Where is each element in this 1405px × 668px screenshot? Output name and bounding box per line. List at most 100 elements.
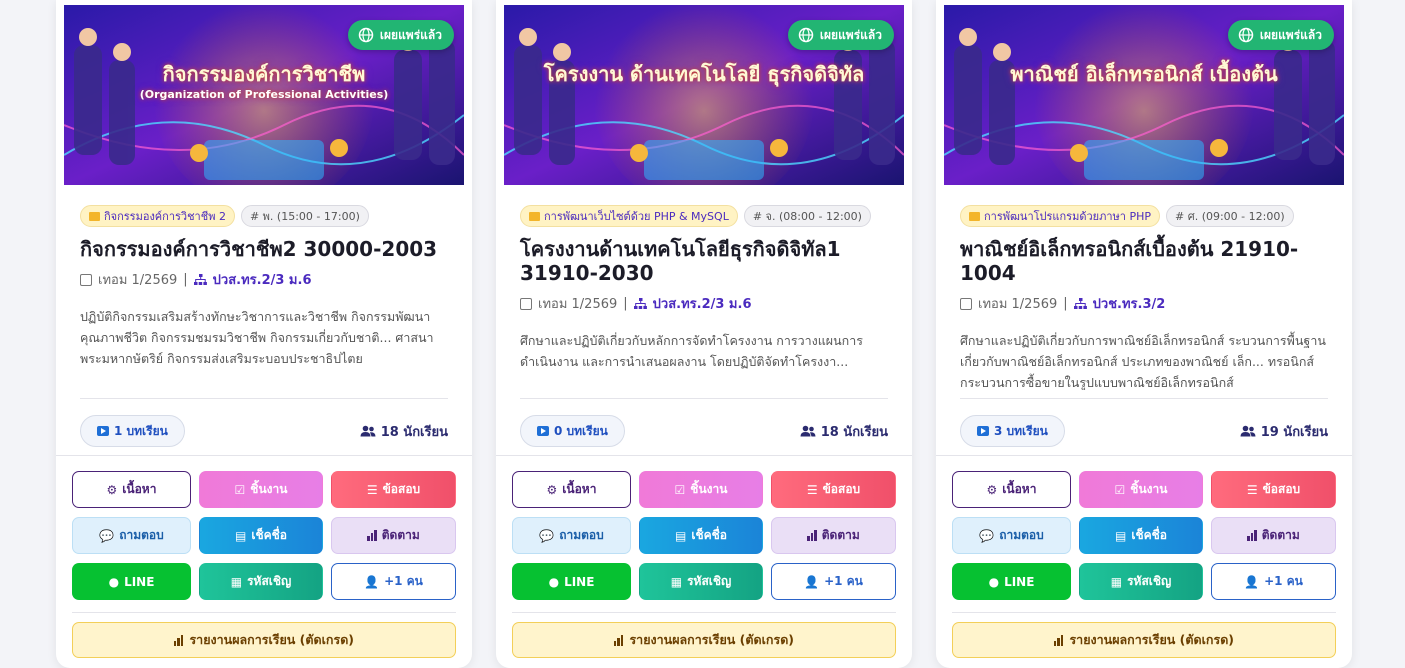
schedule-tag: # พ. (15:00 - 17:00): [240, 205, 369, 227]
globe-icon: [358, 27, 374, 43]
tracking-button[interactable]: ติดตาม: [1211, 517, 1336, 554]
lessons-count-button[interactable]: 3 บทเรียน: [960, 415, 1065, 447]
content-button[interactable]: ⚙ เนื้อหา: [72, 471, 191, 508]
subject-tag[interactable]: กิจกรรมองค์การวิชาชีพ 2: [80, 205, 235, 227]
invite-code-button[interactable]: ▦ รหัสเชิญ: [199, 563, 323, 600]
meta-separator: |: [183, 272, 188, 287]
lessons-count: 3 บทเรียน: [994, 423, 1048, 438]
course-info: กิจกรรมองค์การวิชาชีพ 2 # พ. (15:00 - 17…: [80, 205, 448, 366]
schedule-tag-label: # จ. (08:00 - 12:00): [752, 210, 862, 223]
published-badge: เผยแพร่แล้ว: [1227, 20, 1334, 50]
course-description: ศึกษาและปฏิบัติเกี่ยวกับการพาณิชย์อิเล็ก…: [960, 333, 1326, 390]
add-student-button-label: +1 คน: [384, 574, 423, 588]
chart-bar-icon: [1247, 530, 1257, 541]
qa-button-label: ถามตอบ: [999, 528, 1044, 542]
qa-button[interactable]: 💬 ถามตอบ: [72, 517, 191, 554]
add-student-button-label: +1 คน: [824, 574, 863, 588]
students-count-label: 19 นักเรียน: [1260, 424, 1328, 440]
course-banner[interactable]: กิจกรรมองค์การวิชาชีพ (Organization of P…: [64, 5, 464, 185]
attendance-button[interactable]: ▤ เช็คชื่อ: [199, 517, 323, 554]
line-button[interactable]: ● LINE: [952, 563, 1071, 600]
course-level: ปวช.ทร.3/2: [1092, 297, 1166, 312]
course-description: ศึกษาและปฏิบัติเกี่ยวกับหลักการจัดทำโครง…: [520, 333, 863, 369]
invite-code-button[interactable]: ▦ รหัสเชิญ: [639, 563, 763, 600]
divider: [80, 398, 448, 399]
grade-report-button[interactable]: รายงานผลการเรียน (ตัดเกรด): [72, 622, 456, 658]
course-actions: ⚙ เนื้อหา ☑ ชิ้นงาน ☰ ข้อสอบ 💬 ถามตอบ ▤ เช็คช…: [952, 471, 1336, 600]
lessons-count-button[interactable]: 1 บทเรียน: [80, 415, 185, 447]
subject-tag[interactable]: การพัฒนาเว็บไซต์ด้วย PHP & MySQL: [520, 205, 738, 227]
invite-code-button-label: รหัสเชิญ: [687, 574, 732, 588]
course-meta: เทอม 1/2569 | ปวส.ทร.2/3 ม.6: [520, 293, 888, 314]
divider: [56, 455, 472, 456]
exam-button[interactable]: ☰ ข้อสอบ: [331, 471, 456, 508]
tracking-button[interactable]: ติดตาม: [331, 517, 456, 554]
students-count: 18 นักเรียน: [800, 421, 888, 442]
chat-icon: 💬: [99, 528, 115, 543]
grade-report-button[interactable]: รายงานผลการเรียน (ตัดเกรด): [512, 622, 896, 658]
banner-title: โครงงาน ด้านเทคโนโลยี ธุรกิจดิจิทัล: [504, 62, 904, 89]
sitemap-icon: [1073, 298, 1087, 309]
task-icon: ☑: [1114, 482, 1126, 497]
content-button[interactable]: ⚙ เนื้อหา: [512, 471, 631, 508]
assignments-button-label: ชิ้นงาน: [250, 482, 288, 496]
user-plus-icon: 👤: [804, 574, 820, 589]
assignments-button[interactable]: ☑ ชิ้นงาน: [639, 471, 763, 508]
attendance-button[interactable]: ▤ เช็คชื่อ: [1079, 517, 1203, 554]
banner-title: พาณิชย์ อิเล็กทรอนิกส์ เบื้องต้น: [944, 62, 1344, 89]
line-button[interactable]: ● LINE: [72, 563, 191, 600]
attendance-button-label: เช็คชื่อ: [251, 528, 287, 542]
users-icon: [360, 425, 376, 437]
course-banner[interactable]: โครงงาน ด้านเทคโนโลยี ธุรกิจดิจิทัล เผยแ…: [504, 5, 904, 185]
subject-tag[interactable]: การพัฒนาโปรแกรมด้วยภาษา PHP: [960, 205, 1160, 227]
course-description: ปฏิบัติกิจกรรมเสริมสร้างทักษะวิชาการและว…: [80, 309, 434, 366]
chart-bar-icon: [367, 530, 377, 541]
add-student-button[interactable]: 👤 +1 คน: [331, 563, 456, 600]
exam-button[interactable]: ☰ ข้อสอบ: [771, 471, 896, 508]
published-label: เผยแพร่แล้ว: [379, 27, 442, 42]
line-button-label: LINE: [564, 574, 595, 589]
assignments-button[interactable]: ☑ ชิ้นงาน: [199, 471, 323, 508]
published-badge: เผยแพร่แล้ว: [347, 20, 454, 50]
tracking-button[interactable]: ติดตาม: [771, 517, 896, 554]
invite-code-button-label: รหัสเชิญ: [247, 574, 292, 588]
sitemap-icon: [193, 274, 207, 285]
subject-tag-label: การพัฒนาเว็บไซต์ด้วย PHP & MySQL: [544, 210, 729, 223]
course-title[interactable]: พาณิชย์อิเล็กทรอนิกส์เบื้องต้น 21910-100…: [960, 237, 1328, 285]
add-student-button[interactable]: 👤 +1 คน: [1211, 563, 1336, 600]
course-tags: กิจกรรมองค์การวิชาชีพ 2 # พ. (15:00 - 17…: [80, 205, 448, 227]
chart-bar-icon: [613, 634, 624, 646]
calendar-check-icon: ▤: [235, 528, 247, 543]
published-badge: เผยแพร่แล้ว: [787, 20, 894, 50]
assignments-button[interactable]: ☑ ชิ้นงาน: [1079, 471, 1203, 508]
qa-button[interactable]: 💬 ถามตอบ: [952, 517, 1071, 554]
attendance-button[interactable]: ▤ เช็คชื่อ: [639, 517, 763, 554]
course-banner[interactable]: พาณิชย์ อิเล็กทรอนิกส์ เบื้องต้น เผยแพร่…: [944, 5, 1344, 185]
add-student-button[interactable]: 👤 +1 คน: [771, 563, 896, 600]
tracking-button-label: ติดตาม: [821, 528, 860, 542]
course-stats: 1 บทเรียน 18 นักเรียน: [80, 415, 448, 447]
qa-button[interactable]: 💬 ถามตอบ: [512, 517, 631, 554]
lessons-count-button[interactable]: 0 บทเรียน: [520, 415, 625, 447]
play-icon: [537, 426, 549, 436]
banner-title-main: กิจกรรมองค์การวิชาชีพ: [162, 62, 366, 86]
divider: [952, 612, 1336, 613]
gear-icon: ⚙: [546, 482, 558, 497]
qrcode-icon: ▦: [1110, 574, 1123, 589]
divider: [496, 455, 912, 456]
exam-button[interactable]: ☰ ข้อสอบ: [1211, 471, 1336, 508]
assignments-button-label: ชิ้นงาน: [1130, 482, 1168, 496]
line-button[interactable]: ● LINE: [512, 563, 631, 600]
schedule-tag: # ศ. (09:00 - 12:00): [1166, 205, 1294, 227]
course-actions: ⚙ เนื้อหา ☑ ชิ้นงาน ☰ ข้อสอบ 💬 ถามตอบ ▤ เช็คช…: [72, 471, 456, 600]
grade-report-button[interactable]: รายงานผลการเรียน (ตัดเกรด): [952, 622, 1336, 658]
invite-code-button[interactable]: ▦ รหัสเชิญ: [1079, 563, 1203, 600]
course-tags: การพัฒนาเว็บไซต์ด้วย PHP & MySQL # จ. (0…: [520, 205, 888, 227]
course-title[interactable]: โครงงานด้านเทคโนโลยีธุรกิจดิจิทัล1 31910…: [520, 237, 888, 285]
lessons-count: 0 บทเรียน: [554, 423, 608, 438]
subject-tag-label: การพัฒนาโปรแกรมด้วยภาษา PHP: [984, 210, 1151, 223]
content-button-label: เนื้อหา: [1002, 482, 1037, 496]
course-title[interactable]: กิจกรรมองค์การวิชาชีพ2 30000-2003: [80, 237, 448, 261]
students-count-label: 18 นักเรียน: [380, 424, 448, 440]
content-button[interactable]: ⚙ เนื้อหา: [952, 471, 1071, 508]
